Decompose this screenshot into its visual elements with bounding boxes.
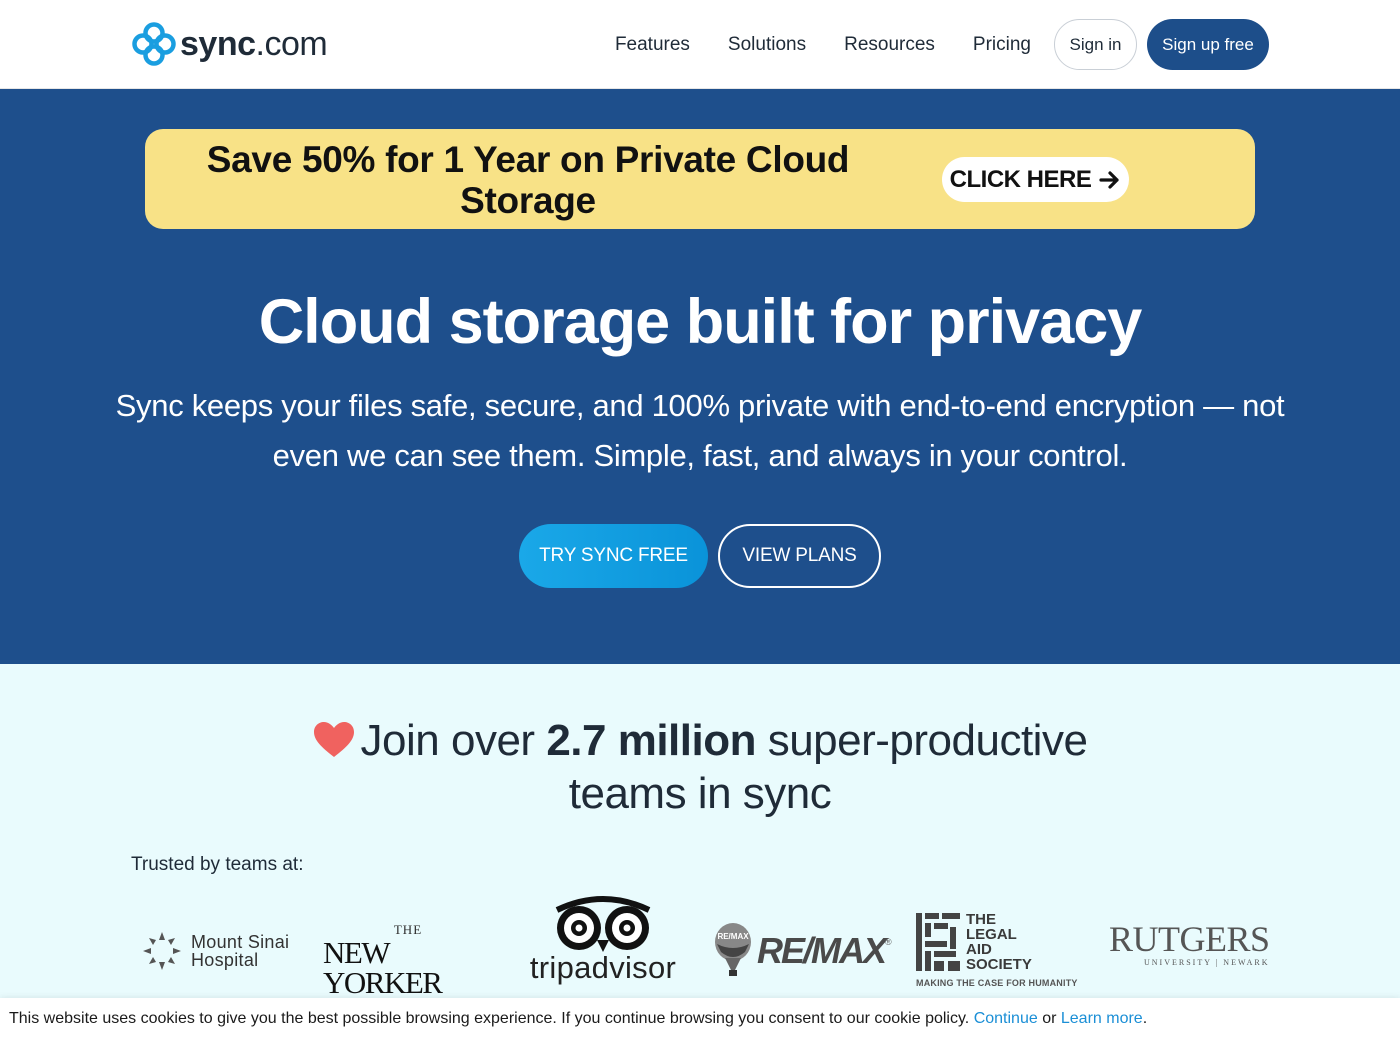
tripadvisor-owl-icon — [555, 896, 651, 952]
cookie-consent-bar: This website uses cookies to give you th… — [0, 998, 1400, 1040]
remax-balloon-icon: RE/MAX — [715, 923, 751, 976]
sync-logo-icon — [132, 22, 176, 66]
rutgers-logo: RUTGERS UNIVERSITY | NEWARK — [1109, 919, 1270, 967]
registered-mark-icon: ® — [885, 937, 892, 947]
cookie-period: . — [1142, 1010, 1148, 1027]
join-prefix: Join over — [360, 716, 547, 765]
promo-button-label: CLICK HERE — [949, 165, 1092, 193]
hero-subtitle: Sync keeps your files safe, secure, and … — [115, 388, 1285, 473]
promo-click-here-button[interactable]: CLICK HERE — [942, 157, 1129, 202]
join-count: 2.7 million — [546, 716, 756, 765]
cookie-or-text: or — [1042, 1010, 1057, 1027]
hero-section: Save 50% for 1 Year on Private Cloud Sto… — [0, 89, 1400, 664]
view-plans-button[interactable]: VIEW PLANS — [718, 524, 881, 588]
remax-logo: RE/MAX RE/MAX ® — [713, 922, 892, 980]
sync-logo[interactable]: sync.com — [131, 22, 328, 66]
site-header: sync.com Features Solutions Resources Pr… — [0, 0, 1400, 89]
trusted-label: Trusted by teams at: — [131, 854, 304, 875]
logo-wordmark: sync.com — [180, 25, 328, 63]
promo-banner: Save 50% for 1 Year on Private Cloud Sto… — [145, 129, 1255, 229]
customer-logos: Mount Sinai Hospital THE NEW YORKER trip… — [131, 892, 1271, 1002]
promo-text: Save 50% for 1 Year on Private Cloud Sto… — [206, 139, 850, 221]
remax-balloon-label: RE/MAX — [717, 932, 749, 941]
nav-resources[interactable]: Resources — [844, 34, 935, 56]
try-sync-free-button[interactable]: TRY SYNC FREE — [519, 524, 708, 588]
arrow-right-icon — [1099, 170, 1119, 189]
nav-pricing[interactable]: Pricing — [973, 34, 1031, 56]
mount-sinai-name: Mount Sinai Hospital — [191, 932, 290, 970]
legal-aid-society-logo: THE LEGAL AID SOCIETY MAKING THE CASE FO… — [916, 911, 1077, 988]
hero-title: Cloud storage built for privacy — [258, 287, 1143, 357]
mount-sinai-star-icon — [143, 932, 181, 970]
legal-aid-grid-icon — [916, 913, 960, 971]
nav-features[interactable]: Features — [615, 34, 690, 56]
sign-up-button[interactable]: Sign up free — [1147, 19, 1269, 70]
tripadvisor-logo: tripadvisor — [518, 892, 688, 984]
social-proof-section: Join over 2.7 million super-productive t… — [0, 664, 1400, 1040]
cookie-continue-link[interactable]: Continue — [974, 1010, 1038, 1027]
cookie-text: This website uses cookies to give you th… — [9, 1010, 970, 1027]
mount-sinai-logo: Mount Sinai Hospital — [141, 930, 289, 972]
cookie-learn-more-link[interactable]: Learn more — [1061, 1010, 1143, 1027]
join-heading: Join over 2.7 million super-productive t… — [250, 714, 1150, 820]
heart-icon — [313, 722, 354, 757]
nav-solutions[interactable]: Solutions — [728, 34, 806, 56]
legal-aid-name: THE LEGAL AID SOCIETY — [966, 911, 1032, 973]
main-nav: Features Solutions Resources Pricing Sig… — [615, 19, 1269, 70]
legal-aid-tagline: MAKING THE CASE FOR HUMANITY — [916, 978, 1078, 988]
sign-in-button[interactable]: Sign in — [1054, 19, 1137, 70]
new-yorker-logo: THE NEW YORKER — [323, 922, 443, 1000]
